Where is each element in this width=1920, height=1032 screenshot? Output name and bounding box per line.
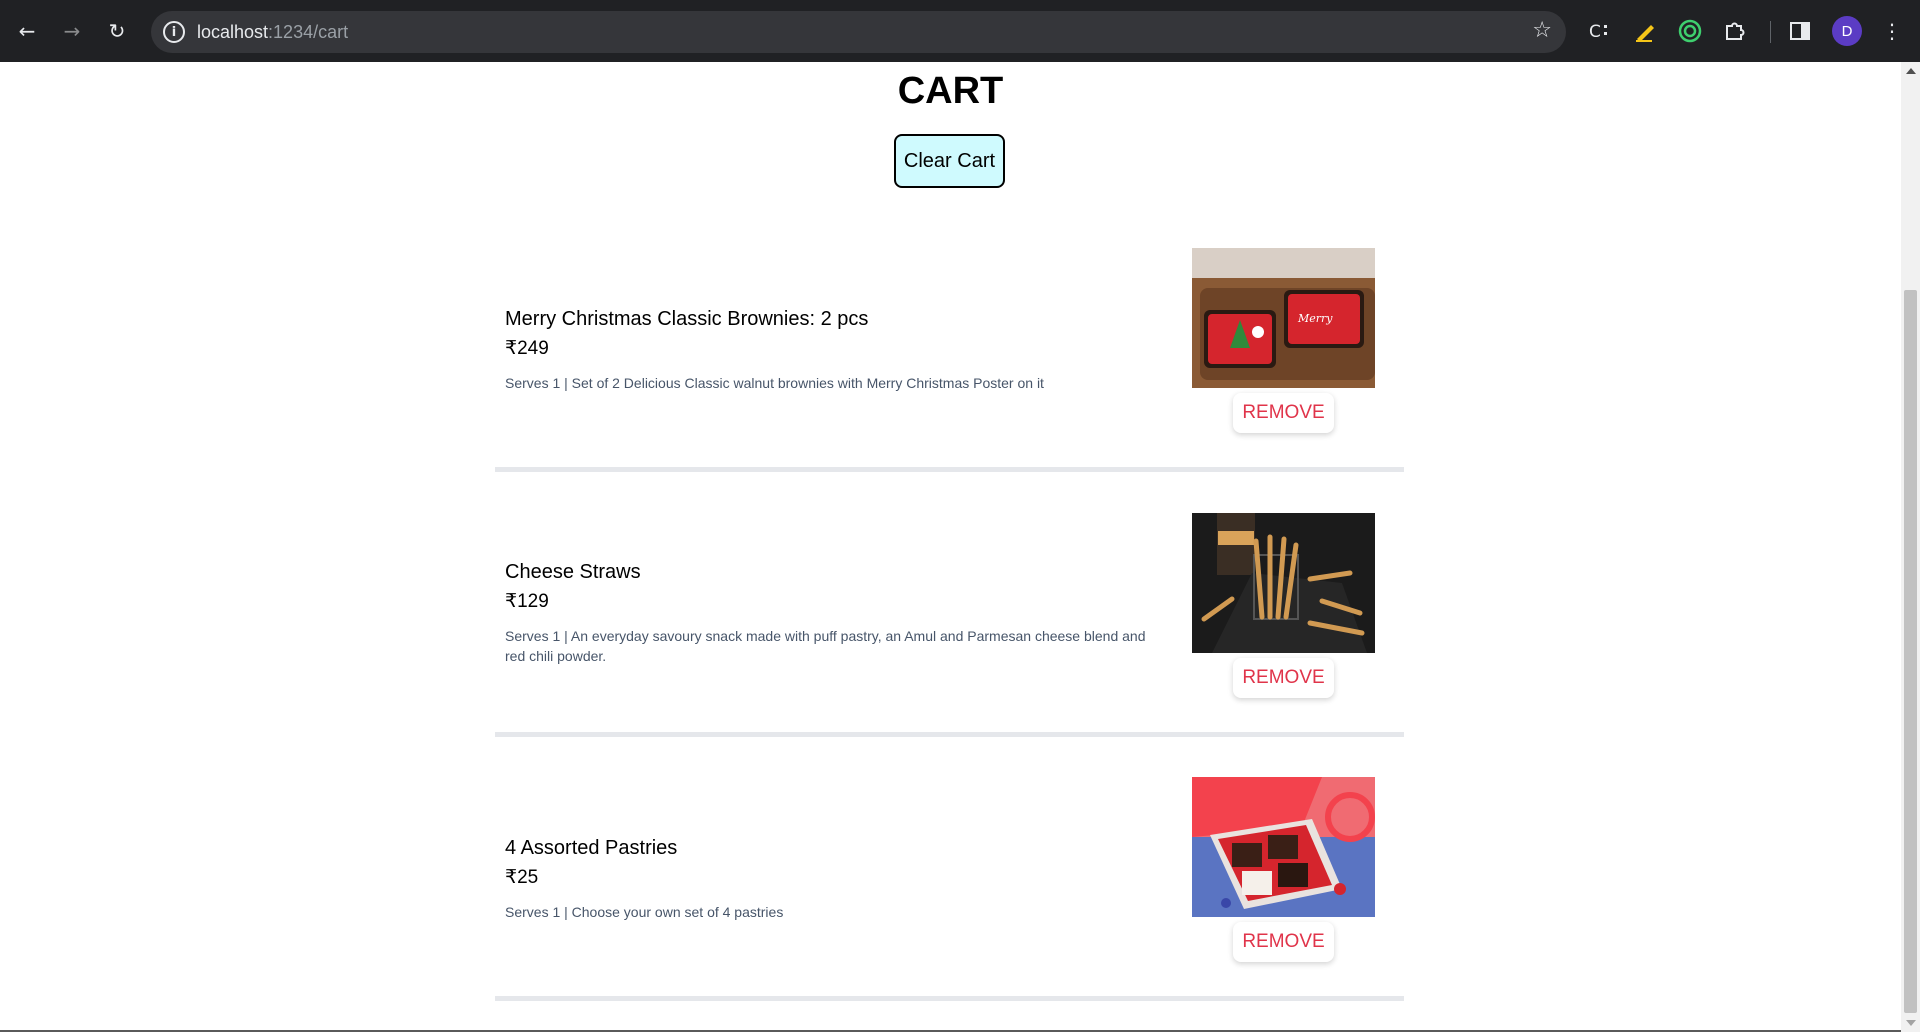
page-scrollbar[interactable] [1901,62,1920,1032]
forward-icon[interactable]: → [55,14,89,48]
cart-item-info: 4 Assorted Pastries ₹25 Serves 1 | Choos… [505,834,1165,922]
scroll-thumb[interactable] [1904,290,1917,1013]
item-description: Serves 1 | Choose your own set of 4 past… [505,904,784,920]
cart-item-info: Merry Christmas Classic Brownies: 2 pcs … [505,305,1165,393]
item-image: Merry [1192,248,1375,388]
bookmark-star-icon[interactable]: ☆ [1532,18,1552,43]
item-image [1192,513,1375,653]
address-bar[interactable]: i localhost:1234/cart ☆ [151,11,1566,53]
extensions-puzzle-icon[interactable] [1720,16,1750,46]
item-price: ₹25 [505,867,539,888]
cart-item: Cheese Straws ₹129 Serves 1 | An everyda… [495,497,1404,737]
menu-kebab-icon[interactable]: ⋮ [1877,16,1907,46]
browser-toolbar: ← → ↻ i localhost:1234/cart ☆ C D ⋮ [0,0,1920,62]
url-text[interactable]: localhost:1234/cart [197,22,348,43]
item-image [1192,777,1375,917]
highlighter-extension-icon[interactable] [1630,16,1660,46]
item-name: 4 Assorted Pastries [505,837,678,859]
toolbar-separator [1770,21,1771,43]
extension-css-icon[interactable]: C [1585,16,1615,46]
item-description: Serves 1 | An everyday savoury snack mad… [505,628,1146,664]
cart-item: 4 Assorted Pastries ₹25 Serves 1 | Choos… [495,761,1404,1001]
reload-icon[interactable]: ↻ [100,14,134,48]
item-price: ₹249 [505,338,549,359]
back-icon[interactable]: ← [10,14,44,48]
remove-button[interactable]: REMOVE [1233,922,1334,962]
item-description: Serves 1 | Set of 2 Delicious Classic wa… [505,375,1044,391]
profile-avatar[interactable]: D [1832,16,1862,46]
svg-text:Merry: Merry [1297,312,1333,325]
clear-cart-button[interactable]: Clear Cart [894,134,1005,188]
item-name: Cheese Straws [505,561,641,583]
target-extension-icon[interactable] [1675,16,1705,46]
scroll-down-arrow-icon[interactable] [1906,1020,1916,1026]
remove-button[interactable]: REMOVE [1233,658,1334,698]
scroll-up-arrow-icon[interactable] [1906,68,1916,74]
item-price: ₹129 [505,591,549,612]
cart-item-info: Cheese Straws ₹129 Serves 1 | An everyda… [505,558,1165,666]
side-panel-icon[interactable] [1785,16,1815,46]
remove-button[interactable]: REMOVE [1233,393,1334,433]
site-info-icon[interactable]: i [163,21,185,43]
page-title: CART [897,70,1004,112]
cart-item: Merry Christmas Classic Brownies: 2 pcs … [495,232,1404,472]
item-name: Merry Christmas Classic Brownies: 2 pcs [505,308,869,330]
svg-text:C: C [1589,22,1601,42]
